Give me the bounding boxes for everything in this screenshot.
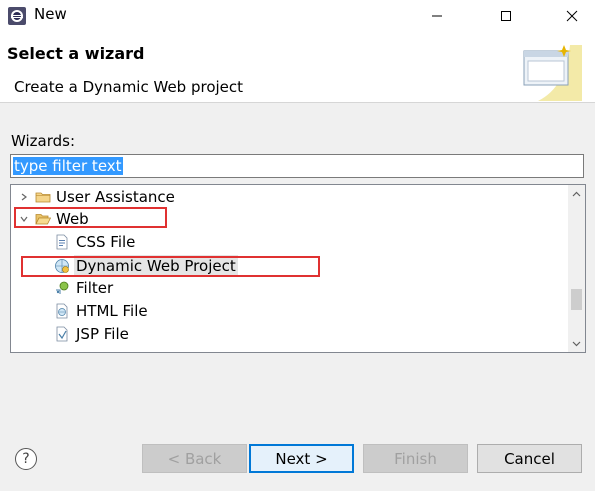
wizard-header: Select a wizard Create a Dynamic Web pro… [0,31,595,103]
minimize-button[interactable] [414,0,460,31]
help-button[interactable]: ? [15,448,37,470]
back-button[interactable]: < Back [142,444,247,473]
html-file-icon [54,303,70,319]
close-button[interactable] [549,0,595,31]
filter-text: type filter text [13,157,123,175]
scroll-up-button[interactable] [568,185,585,202]
chevron-up-icon [572,191,581,196]
tree-scrollbar[interactable] [568,185,585,352]
tree-item-css-file[interactable]: CSS File [11,231,562,253]
tree-item-jsp-file[interactable]: JSP File [11,323,562,345]
maximize-button[interactable] [483,0,529,31]
tree-item-filter[interactable]: Filter [11,277,562,299]
maximize-icon [501,10,511,21]
page-title: Select a wizard [7,44,145,63]
next-button[interactable]: Next > [249,444,354,473]
eclipse-app-icon [7,6,27,26]
window-title: New [34,5,67,23]
title-bar: New [0,0,595,31]
help-icon: ? [22,451,30,467]
tree-item-user-assistance[interactable]: User Assistance [11,186,562,208]
minimize-icon [432,15,442,16]
tree-item-label: User Assistance [56,188,175,206]
css-file-icon [54,234,70,250]
filter-icon [54,280,70,296]
filter-input[interactable]: type filter text [10,154,584,178]
folder-icon [35,189,51,205]
tree-item-label: JSP File [76,325,129,343]
web-highlight-box [14,207,167,228]
tree-item-label: HTML File [76,302,148,320]
wizards-label: Wizards: [11,132,76,150]
close-icon [566,10,578,21]
scroll-down-button[interactable] [568,335,585,352]
jsp-file-icon [54,326,70,342]
tree-item-html-file[interactable]: HTML File [11,300,562,322]
chevron-down-icon [572,341,581,346]
new-wizard-banner-icon [518,41,582,101]
page-description: Create a Dynamic Web project [14,78,244,96]
scrollbar-thumb[interactable] [571,289,582,310]
cancel-button[interactable]: Cancel [477,444,582,473]
chevron-right-icon[interactable] [18,186,30,208]
tree-item-label: Filter [76,279,114,297]
tree-item-label: CSS File [76,233,136,251]
finish-button[interactable]: Finish [363,444,468,473]
dynamic-web-project-highlight-box [21,256,320,277]
